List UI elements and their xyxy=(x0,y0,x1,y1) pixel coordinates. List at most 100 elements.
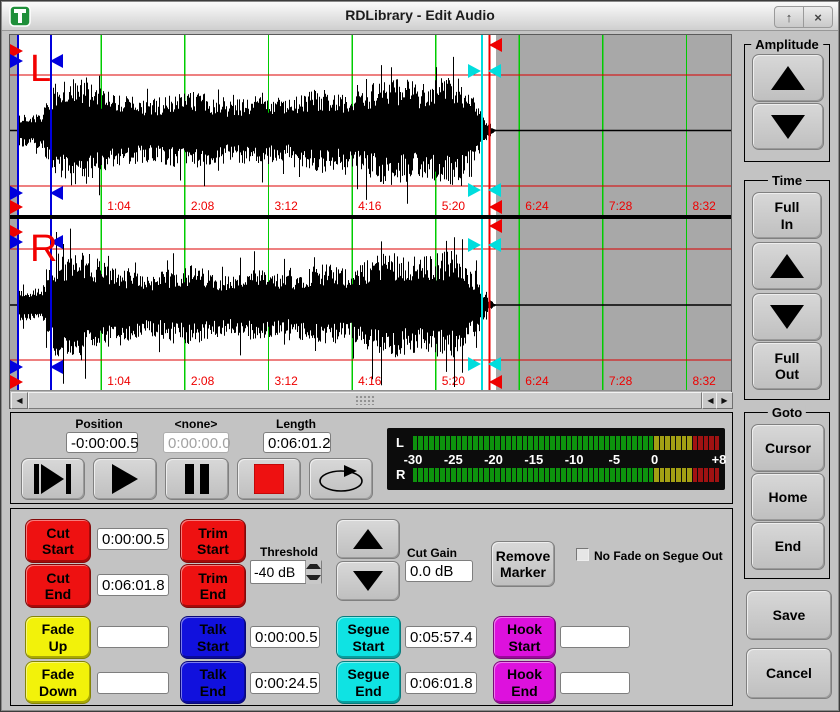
fade-up-field[interactable] xyxy=(97,626,169,648)
spin-down-icon[interactable] xyxy=(306,572,321,583)
transport-panel: Position <none> Length -0:00:00.5 0:00:0… xyxy=(10,412,733,504)
time-group-title: Time xyxy=(768,173,806,188)
meter-segment xyxy=(578,468,582,482)
meter-segment xyxy=(490,436,494,450)
waveform-display[interactable]: 1:042:083:124:165:206:247:288:32L 1:042:… xyxy=(9,34,732,409)
time-group: Time Full In Full Out xyxy=(744,180,830,400)
meter-segment xyxy=(501,468,505,482)
cut-end-button[interactable]: Cut End xyxy=(25,564,91,608)
hook-end-field[interactable] xyxy=(560,672,630,694)
meter-scale: -30-25-20-15-10-50+8 xyxy=(413,452,719,466)
stop-button[interactable] xyxy=(237,458,301,500)
threshold-value[interactable]: -40 dB xyxy=(251,561,305,583)
talk-end-button[interactable]: Talk End xyxy=(180,661,246,704)
meter-segment xyxy=(451,436,455,450)
shade-window-button[interactable]: ↑ xyxy=(775,7,803,27)
meter-segment xyxy=(605,468,609,482)
goto-home-button[interactable]: Home xyxy=(751,473,825,521)
meter-segment xyxy=(704,468,708,482)
time-tick-label: 7:28 xyxy=(609,374,633,388)
trim-end-button[interactable]: Trim End xyxy=(180,564,246,608)
meter-segment xyxy=(704,436,708,450)
scrollbar-thumb[interactable] xyxy=(28,392,702,409)
time-tick-label: 7:28 xyxy=(609,199,633,213)
talk-start-field[interactable]: 0:00:00.5 xyxy=(250,626,320,648)
meter-segment xyxy=(550,436,554,450)
threshold-spinbox[interactable]: -40 dB xyxy=(250,560,322,584)
gain-up-button[interactable] xyxy=(336,519,400,559)
meter-segment xyxy=(561,436,565,450)
fade-down-button[interactable]: Fade Down xyxy=(25,661,91,704)
channel-label: L xyxy=(30,48,51,90)
segue-start-field[interactable]: 0:05:57.4 xyxy=(405,626,477,648)
cut-gain-field[interactable]: 0.0 dB xyxy=(405,560,473,582)
waveform-left-channel[interactable]: 1:042:083:124:165:206:247:288:32L xyxy=(10,35,731,215)
trim-start-button[interactable]: Trim Start xyxy=(180,519,246,563)
time-tick-label: 5:20 xyxy=(442,374,466,388)
hook-end-button[interactable]: Hook End xyxy=(493,661,556,704)
cut-start-button[interactable]: Cut Start xyxy=(25,519,91,563)
time-full-in-button[interactable]: Full In xyxy=(752,192,822,239)
amplitude-up-button[interactable] xyxy=(752,54,824,102)
meter-segment xyxy=(446,468,450,482)
meter-segment xyxy=(583,468,587,482)
meter-segment xyxy=(621,468,625,482)
play-icon xyxy=(111,463,139,495)
talk-end-field[interactable]: 0:00:24.5 xyxy=(250,672,320,694)
loop-button[interactable] xyxy=(309,458,373,500)
time-tick-label: 4:16 xyxy=(358,374,382,388)
meter-segment xyxy=(539,436,543,450)
talk-start-button[interactable]: Talk Start xyxy=(180,616,246,659)
title-bar[interactable]: RDLibrary - Edit Audio ↑ × xyxy=(2,2,838,31)
pause-button[interactable] xyxy=(165,458,229,500)
play-from-start-button[interactable] xyxy=(21,458,85,500)
cut-end-field[interactable]: 0:06:01.8 xyxy=(97,574,169,596)
segue-end-button[interactable]: Segue End xyxy=(336,661,401,704)
no-fade-checkbox[interactable] xyxy=(576,548,589,561)
meter-segment xyxy=(589,468,593,482)
gain-down-button[interactable] xyxy=(336,561,400,601)
amplitude-down-button[interactable] xyxy=(752,103,824,150)
waveform-right-channel[interactable]: 1:042:083:124:165:206:247:288:32R xyxy=(10,219,731,390)
segue-end-field[interactable]: 0:06:01.8 xyxy=(405,672,477,694)
meter-segment xyxy=(698,468,702,482)
meter-segment xyxy=(440,468,444,482)
scrollbar-grip-icon xyxy=(355,395,375,405)
time-tick-label: 1:04 xyxy=(107,199,131,213)
play-button[interactable] xyxy=(93,458,157,500)
fade-up-button[interactable]: Fade Up xyxy=(25,616,91,659)
meter-segment xyxy=(643,436,647,450)
remove-marker-button[interactable]: Remove Marker xyxy=(491,541,555,587)
meter-segment xyxy=(627,468,631,482)
scroll-left-icon[interactable]: ◀ xyxy=(11,392,28,409)
scroll-right-icon[interactable]: ▶ xyxy=(716,392,733,409)
meter-segment xyxy=(539,468,543,482)
waveform-scrollbar[interactable]: ◀ ◀ ▶ xyxy=(10,390,731,408)
meter-scale-label: -20 xyxy=(484,452,503,467)
close-window-button[interactable]: × xyxy=(803,7,832,27)
hook-start-field[interactable] xyxy=(560,626,630,648)
meter-segment xyxy=(709,436,713,450)
meter-segment xyxy=(473,436,477,450)
audio-level-meter: L -30-25-20-15-10-50+8 R xyxy=(387,428,725,490)
time-zoom-in-button[interactable] xyxy=(752,242,822,290)
meter-scale-label: 0 xyxy=(651,452,658,467)
time-zoom-out-button[interactable] xyxy=(752,293,822,341)
goto-cursor-button[interactable]: Cursor xyxy=(751,424,825,472)
meter-segment xyxy=(435,468,439,482)
hook-start-button[interactable]: Hook Start xyxy=(493,616,556,659)
time-tick-label: 3:12 xyxy=(275,199,299,213)
time-full-out-button[interactable]: Full Out xyxy=(752,342,822,390)
save-button[interactable]: Save xyxy=(746,590,832,640)
meter-scale-label: -15 xyxy=(524,452,543,467)
meter-segment xyxy=(638,468,642,482)
meter-segment xyxy=(429,436,433,450)
goto-end-button[interactable]: End xyxy=(751,522,825,570)
fade-down-field[interactable] xyxy=(97,672,169,694)
spin-up-icon[interactable] xyxy=(306,561,321,572)
segue-start-button[interactable]: Segue Start xyxy=(336,616,401,659)
meter-left-bar xyxy=(413,436,719,450)
meter-segment xyxy=(534,436,538,450)
cut-start-field[interactable]: 0:00:00.5 xyxy=(97,528,169,550)
cancel-button[interactable]: Cancel xyxy=(746,648,832,699)
